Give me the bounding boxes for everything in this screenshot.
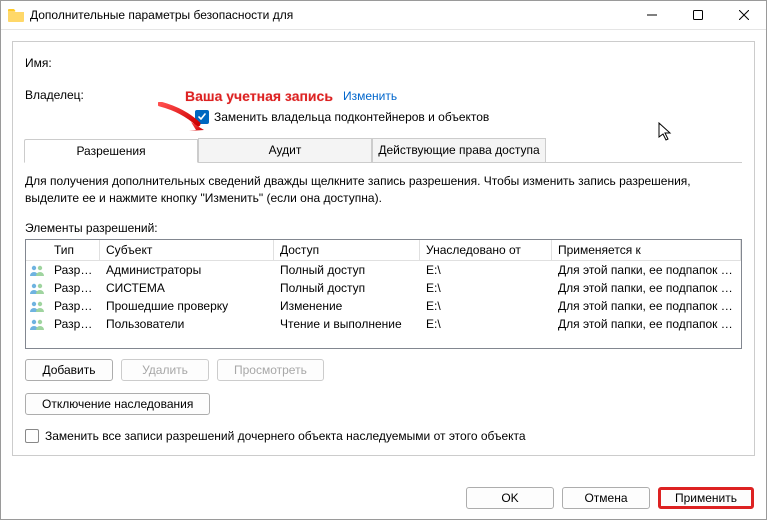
cell-inherited: E:\ <box>420 262 552 278</box>
cell-access: Полный доступ <box>274 262 420 278</box>
replace-all-row: Заменить все записи разрешений дочернего… <box>25 429 742 443</box>
name-label: Имя: <box>25 56 185 70</box>
cell-subject: Пользователи <box>100 316 274 332</box>
cell-applies: Для этой папки, ее подпапок … <box>552 316 741 332</box>
tab-effective-access[interactable]: Действующие права доступа <box>372 138 546 162</box>
apply-button[interactable]: Применить <box>658 487 754 509</box>
cell-inherited: E:\ <box>420 280 552 296</box>
col-subject[interactable]: Субъект <box>100 240 274 260</box>
close-button[interactable] <box>721 0 767 30</box>
table-actions: Добавить Удалить Просмотреть <box>25 359 742 381</box>
remove-button[interactable]: Удалить <box>121 359 209 381</box>
tab-permissions[interactable]: Разрешения <box>24 139 198 163</box>
owner-row: Владелец: Ваша учетная запись Изменить <box>25 88 742 104</box>
cell-subject: СИСТЕМА <box>100 280 274 296</box>
folder-icon <box>8 8 24 22</box>
cell-subject: Прошедшие проверку <box>100 298 274 314</box>
minimize-button[interactable] <box>629 0 675 30</box>
disable-inheritance-button[interactable]: Отключение наследования <box>25 393 210 415</box>
permissions-table: Тип Субъект Доступ Унаследовано от Приме… <box>25 239 742 349</box>
maximize-button[interactable] <box>675 0 721 30</box>
table-row[interactable]: Разр…СИСТЕМАПолный доступE:\Для этой пап… <box>26 279 741 297</box>
inheritance-row: Отключение наследования <box>25 393 742 415</box>
cell-type: Разр… <box>48 316 100 332</box>
name-row: Имя: <box>25 56 742 70</box>
cell-type: Разр… <box>48 298 100 314</box>
users-icon <box>26 300 48 312</box>
titlebar: Дополнительные параметры безопасности дл… <box>0 0 767 30</box>
replace-all-checkbox[interactable] <box>25 429 39 443</box>
cell-access: Чтение и выполнение <box>274 316 420 332</box>
dialog-buttons: OK Отмена Применить <box>466 487 754 509</box>
owner-label: Владелец: <box>25 88 185 102</box>
permissions-label: Элементы разрешений: <box>25 221 742 235</box>
replace-owner-label: Заменить владельца подконтейнеров и объе… <box>214 110 489 124</box>
users-icon <box>26 282 48 294</box>
col-type[interactable]: Тип <box>48 240 100 260</box>
ok-button[interactable]: OK <box>466 487 554 509</box>
users-icon <box>26 318 48 330</box>
window-controls <box>629 0 767 30</box>
col-applies[interactable]: Применяется к <box>552 240 741 260</box>
description-text: Для получения дополнительных сведений дв… <box>25 173 742 207</box>
cell-applies: Для этой папки, ее подпапок … <box>552 280 741 296</box>
cell-access: Полный доступ <box>274 280 420 296</box>
table-row[interactable]: Разр…ПользователиЧтение и выполнениеE:\Д… <box>26 315 741 333</box>
cell-type: Разр… <box>48 262 100 278</box>
window-title: Дополнительные параметры безопасности дл… <box>30 8 629 22</box>
table-row[interactable]: Разр…Прошедшие проверкуИзменениеE:\Для э… <box>26 297 741 315</box>
replace-owner-row: Заменить владельца подконтейнеров и объе… <box>195 110 742 124</box>
cell-type: Разр… <box>48 280 100 296</box>
view-button[interactable]: Просмотреть <box>217 359 324 381</box>
tabs: Разрешения Аудит Действующие права досту… <box>24 138 742 163</box>
change-owner-link[interactable]: Изменить <box>343 89 397 103</box>
replace-all-label: Заменить все записи разрешений дочернего… <box>45 429 526 443</box>
cell-access: Изменение <box>274 298 420 314</box>
users-icon <box>26 264 48 276</box>
replace-owner-checkbox[interactable] <box>195 110 209 124</box>
cell-applies: Для этой папки, ее подпапок … <box>552 262 741 278</box>
cell-inherited: E:\ <box>420 316 552 332</box>
col-inherited[interactable]: Унаследовано от <box>420 240 552 260</box>
cell-inherited: E:\ <box>420 298 552 314</box>
tab-audit[interactable]: Аудит <box>198 138 372 162</box>
cancel-button[interactable]: Отмена <box>562 487 650 509</box>
cell-subject: Администраторы <box>100 262 274 278</box>
main-panel: Имя: Владелец: Ваша учетная запись Измен… <box>12 41 755 456</box>
owner-name: Ваша учетная запись <box>185 88 333 104</box>
add-button[interactable]: Добавить <box>25 359 113 381</box>
col-access[interactable]: Доступ <box>274 240 420 260</box>
permissions-header: Тип Субъект Доступ Унаследовано от Приме… <box>26 240 741 261</box>
cell-applies: Для этой папки, ее подпапок … <box>552 298 741 314</box>
table-row[interactable]: Разр…АдминистраторыПолный доступE:\Для э… <box>26 261 741 279</box>
